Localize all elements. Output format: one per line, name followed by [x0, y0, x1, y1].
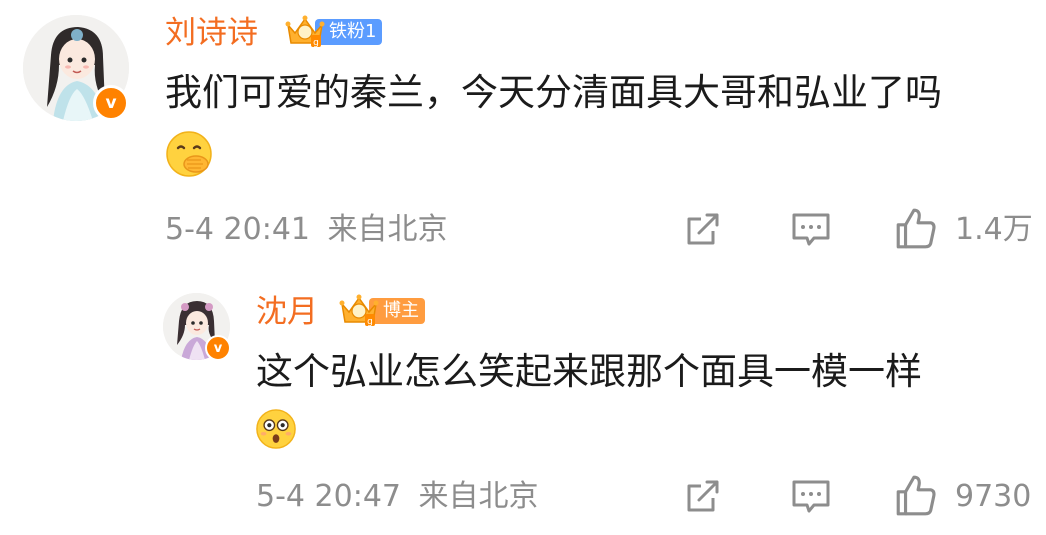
- share-icon[interactable]: [683, 476, 723, 516]
- comment-location: 来自北京: [418, 479, 539, 514]
- crown-badge-icon: g: [285, 15, 325, 48]
- like-count: 1.4万: [955, 212, 1033, 247]
- crown-badge-icon: g: [339, 294, 379, 327]
- fan-badge-label: 铁粉1: [315, 19, 383, 45]
- svg-text:g: g: [367, 317, 373, 327]
- comment-time: 5-4 20:41: [165, 212, 310, 247]
- hand-over-mouth-emoji: [166, 131, 212, 177]
- comment-text: 这个弘业怎么笑起来跟那个面具一模一样: [256, 350, 922, 393]
- share-icon[interactable]: [683, 209, 723, 249]
- comment-meta: 5-4 20:41 来自北京: [165, 210, 448, 250]
- comment-icon[interactable]: [789, 476, 833, 516]
- like-count: 9730: [955, 479, 1032, 514]
- fan-badge[interactable]: g 铁粉1: [285, 15, 383, 48]
- comment-icon[interactable]: [789, 209, 833, 249]
- comment-location: 来自北京: [327, 212, 448, 247]
- author-name[interactable]: 刘诗诗: [165, 13, 258, 53]
- svg-text:g: g: [313, 38, 319, 48]
- blogger-badge[interactable]: g 博主: [339, 294, 425, 327]
- comment-text: 我们可爱的秦兰，今天分清面具大哥和弘业了吗: [165, 71, 942, 114]
- like-icon[interactable]: [893, 205, 939, 251]
- avatar[interactable]: v: [163, 293, 231, 361]
- comment-time: 5-4 20:47: [256, 479, 401, 514]
- verified-badge: v: [205, 335, 231, 361]
- like-icon[interactable]: [893, 472, 939, 518]
- verified-badge: v: [93, 85, 129, 121]
- shocked-face-emoji: [256, 409, 296, 449]
- avatar[interactable]: v: [23, 15, 129, 121]
- author-name[interactable]: 沈月: [256, 292, 318, 332]
- comment-meta: 5-4 20:47 来自北京: [256, 477, 539, 517]
